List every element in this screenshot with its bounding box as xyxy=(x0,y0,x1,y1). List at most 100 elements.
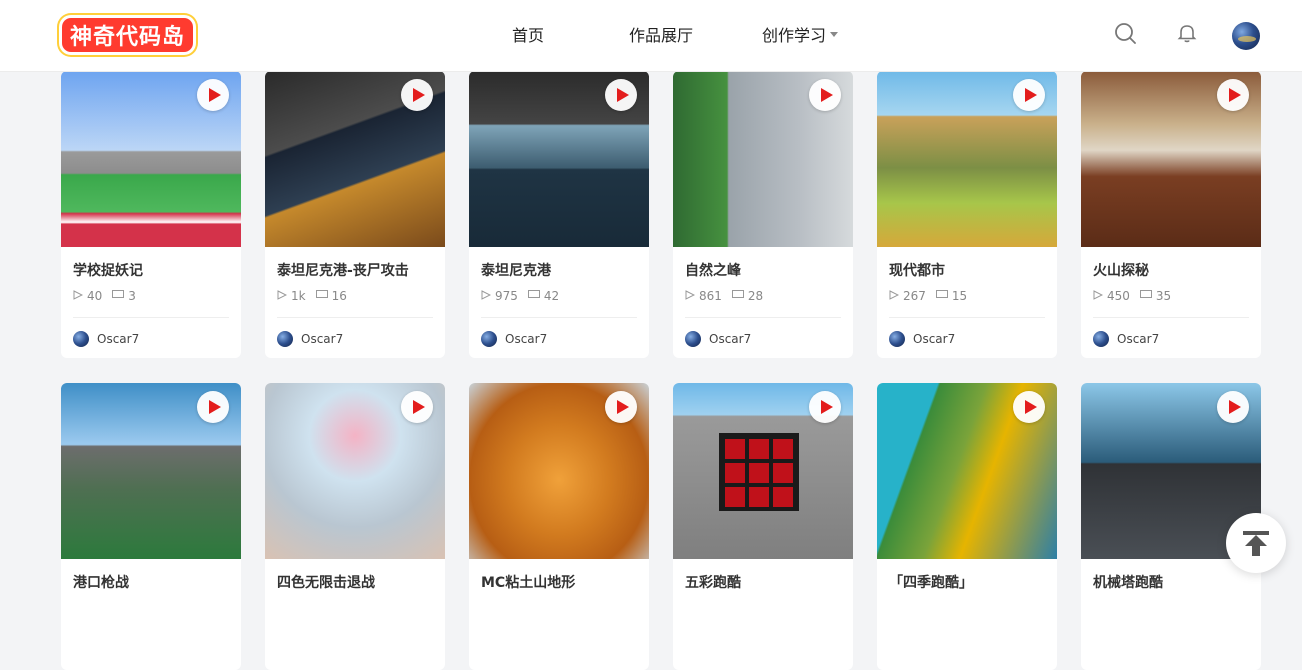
play-count-icon xyxy=(73,289,84,303)
work-thumbnail[interactable] xyxy=(1081,71,1261,247)
work-card[interactable]: 学校捉妖记 40 3 Oscar7 xyxy=(61,71,241,358)
author[interactable]: Oscar7 xyxy=(1093,331,1159,347)
work-card[interactable]: 火山探秘 450 35 Oscar7 xyxy=(1081,71,1261,358)
work-title[interactable]: 火山探秘 xyxy=(1093,260,1149,280)
author-avatar[interactable] xyxy=(277,331,293,347)
play-icon[interactable] xyxy=(1013,391,1045,423)
search-icon[interactable] xyxy=(1114,22,1136,48)
card-divider xyxy=(685,317,841,318)
play-count: 861 xyxy=(699,289,722,303)
comment-count: 3 xyxy=(128,289,136,303)
work-thumbnail[interactable] xyxy=(877,383,1057,559)
comment-count: 15 xyxy=(951,289,968,303)
work-card[interactable]: 自然之峰 861 28 Oscar7 xyxy=(673,71,853,358)
work-thumbnail[interactable] xyxy=(265,383,445,559)
comment-count: 35 xyxy=(1155,289,1172,303)
author-avatar[interactable] xyxy=(73,331,89,347)
card-divider xyxy=(889,317,1045,318)
work-title[interactable]: 学校捉妖记 xyxy=(73,260,143,280)
author-avatar[interactable] xyxy=(1093,331,1109,347)
comment-count: 28 xyxy=(747,289,764,303)
play-icon[interactable] xyxy=(197,79,229,111)
work-title[interactable]: 泰坦尼克港 xyxy=(481,260,551,280)
work-thumbnail[interactable] xyxy=(61,383,241,559)
work-card[interactable]: MC粘土山地形 xyxy=(469,383,649,670)
author-avatar[interactable] xyxy=(685,331,701,347)
nav-learn-label[interactable]: 创作学习 xyxy=(762,22,826,46)
card-divider xyxy=(277,317,433,318)
comment-icon xyxy=(1139,289,1152,303)
work-card[interactable]: 港口枪战 xyxy=(61,383,241,670)
logo-text[interactable]: 神奇代码岛 xyxy=(70,19,185,51)
author-avatar[interactable] xyxy=(481,331,497,347)
author-name[interactable]: Oscar7 xyxy=(97,332,139,346)
avatar[interactable] xyxy=(1232,22,1260,50)
play-icon[interactable] xyxy=(1217,391,1249,423)
author-avatar[interactable] xyxy=(889,331,905,347)
work-thumbnail[interactable] xyxy=(265,71,445,247)
play-count: 40 xyxy=(87,289,103,303)
work-card[interactable]: 泰坦尼克港-丧尸攻击 1k 16 Oscar7 xyxy=(265,71,445,358)
work-card[interactable]: 五彩跑酷 xyxy=(673,383,853,670)
work-title[interactable]: 五彩跑酷 xyxy=(685,572,741,592)
work-title[interactable]: 泰坦尼克港-丧尸攻击 xyxy=(277,260,409,280)
card-divider xyxy=(1093,317,1249,318)
play-icon[interactable] xyxy=(401,391,433,423)
work-title[interactable]: 「四季跑酷」 xyxy=(889,572,973,592)
author[interactable]: Oscar7 xyxy=(73,331,139,347)
site-logo[interactable]: 神奇代码岛 xyxy=(62,18,194,52)
back-to-top-button[interactable] xyxy=(1226,513,1286,573)
author[interactable]: Oscar7 xyxy=(481,331,547,347)
work-title[interactable]: 机械塔跑酷 xyxy=(1093,572,1163,592)
play-count-icon xyxy=(685,289,696,303)
play-icon[interactable] xyxy=(605,79,637,111)
author[interactable]: Oscar7 xyxy=(889,331,955,347)
nav-gallery[interactable]: 作品展厅 xyxy=(629,22,693,46)
work-thumbnail[interactable] xyxy=(469,71,649,247)
work-title[interactable]: 港口枪战 xyxy=(73,572,129,592)
work-card[interactable]: 现代都市 267 15 Oscar7 xyxy=(877,71,1057,358)
work-title[interactable]: MC粘土山地形 xyxy=(481,572,575,592)
play-count-icon xyxy=(277,289,288,303)
author-name[interactable]: Oscar7 xyxy=(913,332,955,346)
play-icon[interactable] xyxy=(605,391,637,423)
comment-icon xyxy=(731,289,744,303)
work-thumbnail[interactable] xyxy=(877,71,1057,247)
play-icon[interactable] xyxy=(809,79,841,111)
comment-icon xyxy=(315,289,328,303)
work-thumbnail[interactable] xyxy=(469,383,649,559)
work-thumbnail[interactable] xyxy=(673,383,853,559)
author[interactable]: Oscar7 xyxy=(277,331,343,347)
work-title[interactable]: 自然之峰 xyxy=(685,260,741,280)
nav-home[interactable]: 首页 xyxy=(512,22,544,46)
author-name[interactable]: Oscar7 xyxy=(1117,332,1159,346)
bell-icon[interactable] xyxy=(1176,22,1198,48)
arrow-up-to-line-icon[interactable] xyxy=(1226,513,1286,573)
work-title[interactable]: 四色无限击退战 xyxy=(277,572,375,592)
play-count: 267 xyxy=(903,289,926,303)
work-thumbnail[interactable] xyxy=(61,71,241,247)
play-icon[interactable] xyxy=(1013,79,1045,111)
chevron-down-icon[interactable] xyxy=(830,31,839,37)
play-icon[interactable] xyxy=(809,391,841,423)
play-icon[interactable] xyxy=(197,391,229,423)
play-count-icon xyxy=(481,289,492,303)
author-name[interactable]: Oscar7 xyxy=(301,332,343,346)
comment-count: 16 xyxy=(331,289,347,303)
author[interactable]: Oscar7 xyxy=(685,331,751,347)
work-title[interactable]: 现代都市 xyxy=(889,260,945,280)
play-icon[interactable] xyxy=(401,79,433,111)
work-thumbnail[interactable] xyxy=(673,71,853,247)
block-grid xyxy=(719,433,799,511)
work-stats: 975 42 xyxy=(481,289,569,303)
author-name[interactable]: Oscar7 xyxy=(505,332,547,346)
work-card[interactable]: 四色无限击退战 xyxy=(265,383,445,670)
work-card[interactable]: 「四季跑酷」 xyxy=(877,383,1057,670)
work-card[interactable]: 泰坦尼克港 975 42 Oscar7 xyxy=(469,71,649,358)
work-stats: 861 28 xyxy=(685,289,773,303)
author-name[interactable]: Oscar7 xyxy=(709,332,751,346)
nav-learn[interactable]: 创作学习 xyxy=(762,22,839,46)
play-icon[interactable] xyxy=(1217,79,1249,111)
comment-icon xyxy=(112,289,125,303)
comment-count: 42 xyxy=(543,289,560,303)
